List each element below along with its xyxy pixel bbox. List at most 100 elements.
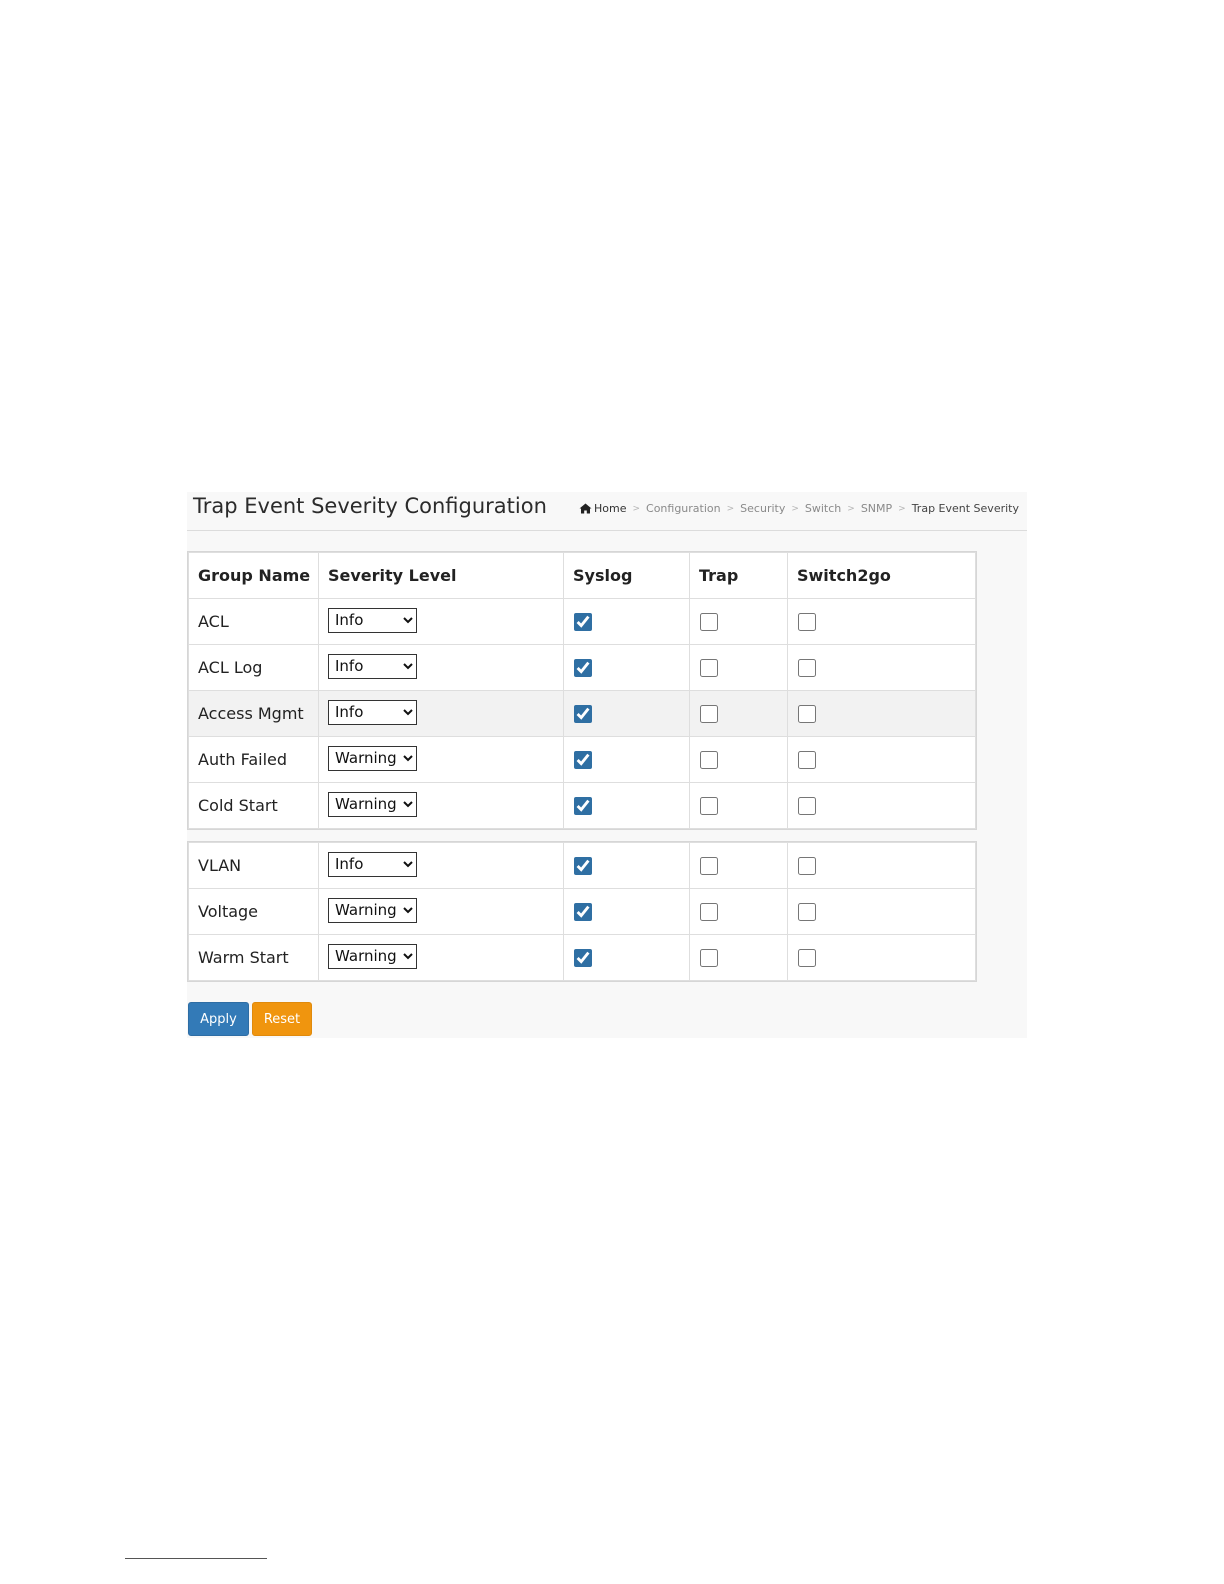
column-header-severity-level: Severity Level <box>318 552 564 599</box>
switch2go-checkbox[interactable] <box>798 658 816 677</box>
syslog-checkbox[interactable] <box>574 902 592 921</box>
syslog-checkbox[interactable] <box>574 704 592 723</box>
breadcrumb-home-label: Home <box>593 502 627 515</box>
breadcrumb-security[interactable]: Security <box>740 502 785 515</box>
config-panel: Trap Event Severity Configuration Home >… <box>187 492 1027 1038</box>
trap-cell <box>689 888 788 935</box>
column-header-group-name: Group Name <box>188 552 319 599</box>
severity-cell: Warning <box>318 782 564 829</box>
switch2go-cell <box>787 598 976 645</box>
breadcrumb-current: Trap Event Severity <box>911 502 1019 515</box>
syslog-checkbox[interactable] <box>574 612 592 631</box>
switch2go-checkbox[interactable] <box>798 612 816 631</box>
table-row: Voltage Warning <box>188 888 976 935</box>
trap-cell <box>689 934 788 981</box>
trap-checkbox[interactable] <box>700 612 718 631</box>
switch2go-cell <box>787 888 976 935</box>
switch2go-checkbox[interactable] <box>798 902 816 921</box>
breadcrumb-home[interactable]: Home <box>579 502 626 515</box>
syslog-checkbox[interactable] <box>574 750 592 769</box>
trap-checkbox[interactable] <box>700 750 718 769</box>
table-row: VLAN Info <box>188 842 976 889</box>
trap-checkbox[interactable] <box>700 948 718 967</box>
severity-cell: Warning <box>318 888 564 935</box>
group-name-cell: Voltage <box>188 888 319 935</box>
switch2go-cell <box>787 842 976 889</box>
breadcrumb-switch[interactable]: Switch <box>805 502 841 515</box>
severity-select[interactable]: Warning <box>328 943 417 969</box>
title-bar: Trap Event Severity Configuration Home >… <box>187 492 1027 531</box>
breadcrumb-separator: > <box>726 503 735 514</box>
switch2go-cell <box>787 690 976 737</box>
switch2go-checkbox[interactable] <box>798 856 816 875</box>
switch2go-cell <box>787 782 976 829</box>
trap-cell <box>689 782 788 829</box>
syslog-cell <box>563 736 690 783</box>
group-name-cell: Cold Start <box>188 782 319 829</box>
group-name-cell: Auth Failed <box>188 736 319 783</box>
severity-select[interactable]: Info <box>328 653 417 679</box>
severity-select[interactable]: Warning <box>328 791 417 817</box>
column-header-switch2go: Switch2go <box>787 552 976 599</box>
breadcrumb-snmp[interactable]: SNMP <box>861 502 892 515</box>
breadcrumb: Home > Configuration > Security > Switch… <box>579 502 1019 515</box>
severity-cell: Info <box>318 598 564 645</box>
table-row: ACL Log Info <box>188 644 976 691</box>
switch2go-cell <box>787 736 976 783</box>
severity-select[interactable]: Info <box>328 607 417 633</box>
syslog-cell <box>563 690 690 737</box>
table-row: ACL Info <box>188 598 976 645</box>
trap-checkbox[interactable] <box>700 704 718 723</box>
syslog-checkbox[interactable] <box>574 658 592 677</box>
trap-cell <box>689 690 788 737</box>
table-row: Auth Failed Warning <box>188 736 976 783</box>
apply-button[interactable]: Apply <box>188 1002 249 1036</box>
switch2go-cell <box>787 644 976 691</box>
severity-select[interactable]: Warning <box>328 745 417 771</box>
syslog-cell <box>563 842 690 889</box>
switch2go-checkbox[interactable] <box>798 750 816 769</box>
group-name-cell: ACL <box>188 598 319 645</box>
trap-cell <box>689 842 788 889</box>
severity-cell: Warning <box>318 934 564 981</box>
severity-cell: Warning <box>318 736 564 783</box>
severity-cell: Info <box>318 644 564 691</box>
table-body: VLAN Info Voltage Warning Warm Start Warning <box>188 842 976 981</box>
syslog-checkbox[interactable] <box>574 856 592 875</box>
table-row: Access Mgmt Info <box>188 690 976 737</box>
syslog-checkbox[interactable] <box>574 948 592 967</box>
trap-checkbox[interactable] <box>700 658 718 677</box>
syslog-cell <box>563 934 690 981</box>
column-header-syslog: Syslog <box>563 552 690 599</box>
trap-checkbox[interactable] <box>700 796 718 815</box>
switch2go-cell <box>787 934 976 981</box>
syslog-checkbox[interactable] <box>574 796 592 815</box>
switch2go-checkbox[interactable] <box>798 948 816 967</box>
footnote-divider <box>125 1558 267 1559</box>
breadcrumb-configuration[interactable]: Configuration <box>646 502 721 515</box>
breadcrumb-separator: > <box>847 503 855 514</box>
trap-severity-table-continued: VLAN Info Voltage Warning Warm Start Warning <box>188 842 976 981</box>
severity-select[interactable]: Info <box>328 699 417 725</box>
group-name-cell: Access Mgmt <box>188 690 319 737</box>
reset-button[interactable]: Reset <box>252 1002 312 1036</box>
syslog-cell <box>563 888 690 935</box>
switch2go-checkbox[interactable] <box>798 796 816 815</box>
syslog-cell <box>563 782 690 829</box>
severity-cell: Info <box>318 842 564 889</box>
severity-select[interactable]: Warning <box>328 897 417 923</box>
syslog-cell <box>563 598 690 645</box>
home-icon <box>579 503 592 514</box>
severity-select[interactable]: Info <box>328 851 417 877</box>
trap-checkbox[interactable] <box>700 856 718 875</box>
trap-checkbox[interactable] <box>700 902 718 921</box>
syslog-cell <box>563 644 690 691</box>
switch2go-checkbox[interactable] <box>798 704 816 723</box>
trap-severity-table: Group Name Severity Level Syslog Trap Sw… <box>188 552 976 829</box>
breadcrumb-separator: > <box>791 503 799 514</box>
severity-cell: Info <box>318 690 564 737</box>
table-row: Cold Start Warning <box>188 782 976 829</box>
page-title: Trap Event Severity Configuration <box>193 494 547 518</box>
column-header-trap: Trap <box>689 552 788 599</box>
table-row: Warm Start Warning <box>188 934 976 981</box>
